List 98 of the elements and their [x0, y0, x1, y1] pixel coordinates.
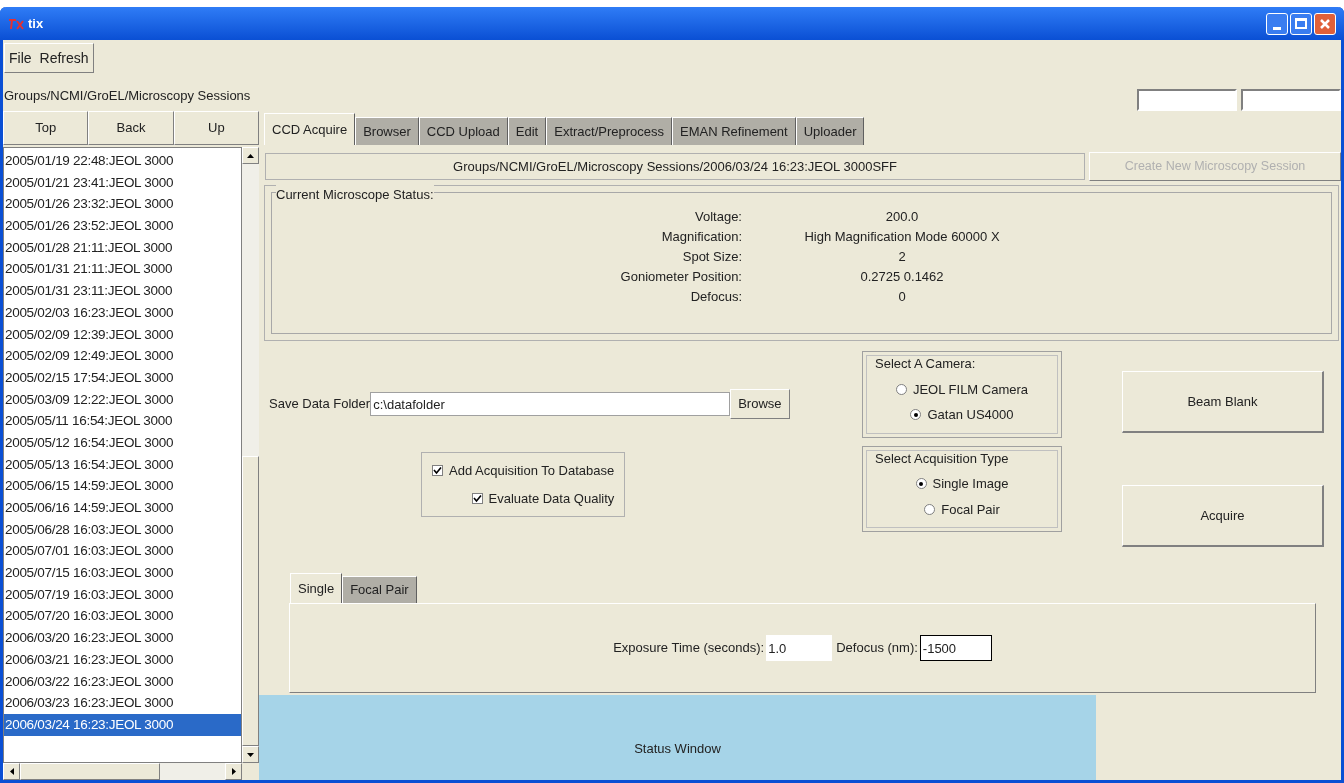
radio-label: JEOL FILM Camera: [912, 380, 1029, 399]
scroll-right-button[interactable]: [225, 763, 242, 780]
session-item[interactable]: 2005/07/19 16:03:JEOL 3000: [4, 583, 241, 606]
session-item[interactable]: 2005/01/19 22:48:JEOL 3000: [4, 150, 241, 172]
tab[interactable]: Extract/Preprocess: [546, 117, 673, 145]
input-field[interactable]: [1241, 89, 1341, 111]
option-label: Add Acquisition To Database: [449, 462, 615, 480]
tab[interactable]: CCD Upload: [418, 117, 508, 145]
session-item[interactable]: 2005/07/20 16:03:JEOL 3000: [4, 605, 241, 628]
radio-button[interactable]: [915, 478, 927, 490]
menu-item[interactable]: File: [5, 44, 36, 72]
group-title: Select A Camera:: [875, 355, 976, 373]
session-item[interactable]: 2005/01/31 23:11:JEOL 3000: [4, 280, 241, 302]
session-item[interactable]: 2005/02/09 12:39:JEOL 3000: [4, 323, 241, 346]
scroll-thumb[interactable]: [242, 456, 259, 746]
session-item[interactable]: 2005/02/09 12:49:JEOL 3000: [4, 345, 241, 367]
session-item[interactable]: 2005/07/15 16:03:JEOL 3000: [4, 562, 241, 584]
session-item[interactable]: 2005/01/21 23:41:JEOL 3000: [4, 171, 241, 194]
tab[interactable]: EMAN Refinement: [672, 117, 796, 145]
up-arrow-icon: [247, 153, 254, 158]
tab[interactable]: Single: [290, 573, 343, 603]
nav-button[interactable]: Up: [173, 111, 259, 145]
session-item[interactable]: 2005/06/28 16:03:JEOL 3000: [4, 518, 241, 541]
tab[interactable]: Uploader: [795, 117, 865, 145]
session-item[interactable]: 2005/05/11 16:54:JEOL 3000: [4, 410, 241, 432]
session-item[interactable]: 2005/01/28 21:11:JEOL 3000: [4, 236, 241, 259]
checkbox[interactable]: [471, 492, 483, 504]
exposure-label: Exposure Time (seconds):: [613, 639, 765, 658]
radio-button[interactable]: [895, 383, 907, 395]
status-label: Goniometer Position:: [620, 267, 742, 286]
tab[interactable]: Edit: [507, 117, 547, 145]
down-arrow-icon: [247, 752, 254, 757]
exposure-field[interactable]: 1.0: [766, 635, 833, 661]
status-value: High Magnification Mode 60000 X: [803, 227, 1001, 246]
status-label: Defocus:: [690, 287, 742, 306]
scroll-thumb[interactable]: [20, 763, 160, 780]
status-value: 2: [897, 247, 907, 266]
status-value: 0: [897, 287, 907, 306]
scroll-up-button[interactable]: [242, 147, 259, 164]
session-item[interactable]: 2005/02/15 17:54:JEOL 3000: [4, 366, 241, 389]
status-value: 200.0: [884, 207, 920, 226]
close-button[interactable]: [1314, 12, 1336, 35]
session-item[interactable]: 2005/05/12 16:54:JEOL 3000: [4, 431, 241, 454]
session-item[interactable]: 2006/03/24 16:23:JEOL 3000: [4, 713, 241, 736]
scroll-down-button[interactable]: [242, 746, 259, 763]
app-logo-icon: [8, 17, 24, 30]
minimize-button[interactable]: [1266, 12, 1288, 35]
session-item[interactable]: 2005/07/01 16:03:JEOL 3000: [4, 540, 241, 563]
maximize-button[interactable]: [1290, 12, 1312, 35]
radio-button[interactable]: [910, 409, 922, 421]
tab[interactable]: CCD Acquire: [264, 113, 356, 145]
session-item[interactable]: 2005/01/26 23:32:JEOL 3000: [4, 193, 241, 216]
path-label: Groups/NCMI/GroEL/Microscopy Sessions: [3, 86, 251, 105]
radio-label: Single Image: [932, 475, 1009, 493]
vertical-scrollbar[interactable]: [242, 147, 259, 763]
status-label: Spot Size:: [682, 247, 742, 266]
checkbox[interactable]: [432, 465, 443, 477]
status-value: 0.2725 0.1462: [859, 267, 945, 286]
tab[interactable]: Browser: [355, 117, 419, 145]
status-label: Voltage:: [695, 207, 742, 226]
radio-button[interactable]: [924, 503, 936, 515]
status-window: Status Window: [259, 695, 1096, 780]
session-item[interactable]: 2005/05/13 16:54:JEOL 3000: [4, 453, 241, 476]
session-item[interactable]: 2005/01/26 23:52:JEOL 3000: [4, 215, 241, 237]
session-item[interactable]: 2005/06/15 14:59:JEOL 3000: [4, 475, 241, 497]
scroll-left-button[interactable]: [3, 763, 20, 780]
close-icon: [1319, 17, 1331, 30]
panel-title: Current Microscope Status:: [276, 185, 434, 205]
window-title: tix: [28, 14, 44, 33]
status-label: Magnification:: [661, 227, 742, 246]
session-item[interactable]: 2006/03/23 16:23:JEOL 3000: [4, 692, 241, 714]
session-item[interactable]: 2006/03/21 16:23:JEOL 3000: [4, 648, 241, 671]
group-title: Select Acquisition Type: [875, 449, 1009, 468]
session-item[interactable]: 2005/02/03 16:23:JEOL 3000: [4, 301, 241, 324]
nav-button[interactable]: Back: [88, 111, 174, 145]
nav-button[interactable]: Top: [3, 111, 89, 145]
session-item[interactable]: 2006/03/20 16:23:JEOL 3000: [4, 627, 241, 649]
action-button[interactable]: Acquire: [1122, 485, 1324, 547]
left-arrow-icon: [9, 768, 14, 775]
tab[interactable]: Focal Pair: [342, 576, 417, 603]
session-item[interactable]: 2005/06/16 14:59:JEOL 3000: [4, 497, 241, 519]
folder-field[interactable]: c:\datafolder: [370, 392, 731, 416]
radio-label: Gatan US4000: [927, 406, 1014, 424]
action-button[interactable]: Beam Blank: [1122, 371, 1324, 433]
input-field[interactable]: [1137, 89, 1237, 111]
defocus-field[interactable]: -1500: [919, 635, 992, 661]
option-label: Evaluate Data Quality: [488, 489, 615, 508]
menu-item[interactable]: Refresh: [35, 44, 93, 72]
session-item[interactable]: 2005/01/31 21:11:JEOL 3000: [4, 258, 241, 281]
horizontal-scrollbar[interactable]: [3, 763, 242, 780]
session-item[interactable]: 2006/03/22 16:23:JEOL 3000: [4, 670, 241, 693]
radio-label: Focal Pair: [941, 500, 1000, 519]
defocus-label: Defocus (nm):: [836, 639, 918, 658]
browse-button[interactable]: Browse: [730, 389, 790, 419]
right-arrow-icon: [231, 768, 236, 775]
folder-label: Save Data Folder: [269, 395, 371, 414]
session-path-bar: Groups/NCMI/GroEL/Microscopy Sessions/2006/03/24 16:23:JEOL 3000SFF: [265, 153, 1085, 180]
session-item[interactable]: 2005/03/09 12:22:JEOL 3000: [4, 388, 241, 411]
